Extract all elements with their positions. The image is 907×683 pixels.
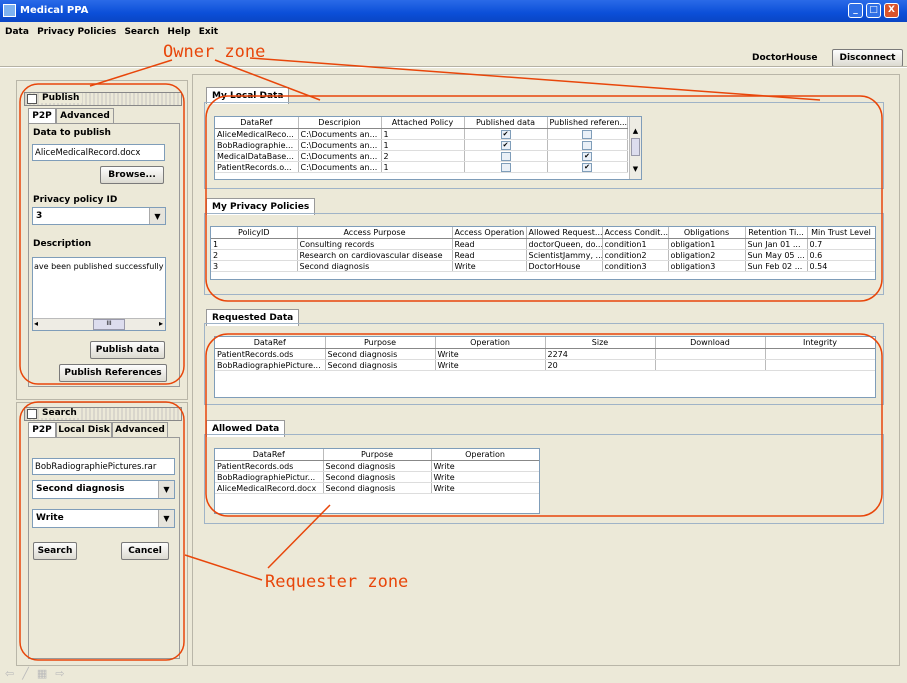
owner-zone-label: Owner zone bbox=[163, 42, 266, 62]
owner-pointer-line bbox=[249, 57, 821, 101]
requester-zone-outline bbox=[19, 401, 185, 661]
owner-pointer-line bbox=[214, 59, 321, 101]
owner-zone-outline bbox=[19, 83, 185, 385]
requester-zone-outline bbox=[205, 333, 883, 517]
owner-pointer-line bbox=[89, 59, 173, 87]
annotation-shapes bbox=[19, 57, 883, 661]
owner-zone-outline bbox=[205, 95, 883, 302]
requester-zone-label: Requester zone bbox=[265, 572, 409, 592]
annotation-overlay bbox=[19, 57, 883, 661]
requester-pointer-line bbox=[267, 504, 331, 569]
requester-pointer-line bbox=[184, 554, 263, 581]
